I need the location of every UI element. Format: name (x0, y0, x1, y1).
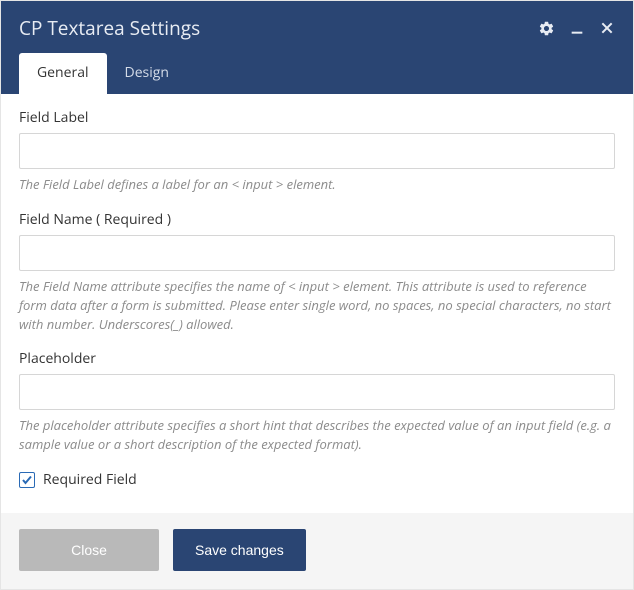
modal-body: Field Label The Field Label defines a la… (1, 94, 633, 513)
placeholder-group: Placeholder The placeholder attribute sp… (19, 349, 615, 454)
minimize-icon[interactable] (569, 20, 585, 36)
tab-general[interactable]: General (19, 53, 107, 94)
header-top: CP Textarea Settings (1, 1, 633, 53)
required-field-row: Required Field (19, 470, 615, 489)
field-name-group: Field Name ( Required ) The Field Name a… (19, 210, 615, 334)
modal-title: CP Textarea Settings (19, 15, 200, 41)
field-name-input[interactable] (19, 235, 615, 271)
field-name-label: Field Name ( Required ) (19, 210, 615, 229)
required-field-checkbox[interactable] (19, 472, 35, 488)
close-button[interactable]: Close (19, 529, 159, 571)
tabs-nav: General Design (1, 53, 633, 94)
settings-modal: CP Textarea Settings General Design Fiel… (0, 0, 634, 590)
tab-design[interactable]: Design (107, 53, 187, 94)
required-field-label: Required Field (43, 470, 137, 489)
placeholder-help: The placeholder attribute specifies a sh… (19, 416, 615, 454)
field-label-label: Field Label (19, 108, 615, 127)
field-label-help: The Field Label defines a label for an <… (19, 175, 615, 194)
placeholder-label: Placeholder (19, 349, 615, 368)
field-label-input[interactable] (19, 133, 615, 169)
modal-footer: Close Save changes (1, 513, 633, 589)
placeholder-input[interactable] (19, 374, 615, 410)
modal-header: CP Textarea Settings General Design (1, 1, 633, 94)
gear-icon[interactable] (538, 20, 555, 37)
header-controls (538, 20, 615, 37)
close-icon[interactable] (599, 20, 615, 36)
field-label-group: Field Label The Field Label defines a la… (19, 108, 615, 194)
field-name-help: The Field Name attribute specifies the n… (19, 277, 615, 334)
save-button[interactable]: Save changes (173, 529, 306, 571)
